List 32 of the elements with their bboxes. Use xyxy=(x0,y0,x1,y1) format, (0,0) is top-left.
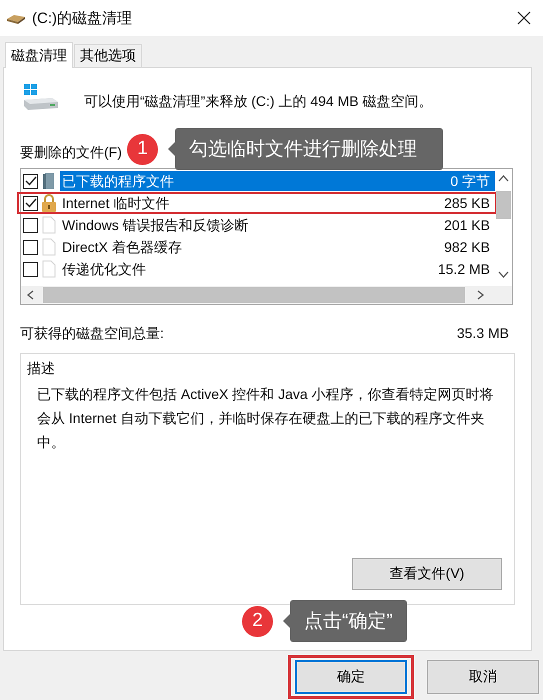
document-icon xyxy=(41,216,57,234)
list-item[interactable]: 已下载的程序文件 0 字节 xyxy=(60,171,495,191)
callout: 勾选临时文件进行删除处理 xyxy=(168,128,443,170)
checkbox[interactable] xyxy=(23,196,38,210)
total-value: 35.3 MB xyxy=(456,325,509,343)
description-text: 已下载的程序文件包括 ActiveX 控件和 Java 小程序，你查看特定网页时将会从 Internet 自动下载它们，并临时保存在硬盘上的已下载的程序文件夹中。 xyxy=(36,385,495,452)
callout: 点击“确定” xyxy=(283,600,407,642)
checkbox[interactable] xyxy=(23,240,38,254)
drive-icon xyxy=(22,84,60,112)
close-icon[interactable] xyxy=(517,11,531,25)
ok-button[interactable]: 确定 xyxy=(295,660,407,694)
document-icon xyxy=(41,260,57,278)
list-item[interactable]: Windows 错误报告和反馈诊断 201 KB xyxy=(60,215,495,235)
checkbox[interactable] xyxy=(23,174,38,188)
info-text: 可以使用“磁盘清理”来释放 (C:) 上的 494 MB 磁盘空间。 xyxy=(84,92,432,111)
checkbox[interactable] xyxy=(23,262,38,276)
list-item[interactable]: DirectX 着色器缓存 982 KB xyxy=(60,237,495,257)
window-title: (C:)的磁盘清理 xyxy=(32,8,132,28)
group-title: 描述 xyxy=(27,360,56,378)
list-item[interactable]: Internet 临时文件 285 KB xyxy=(60,193,495,213)
document-icon xyxy=(41,238,57,256)
checkbox[interactable] xyxy=(23,218,38,232)
tab[interactable]: 磁盘清理 xyxy=(5,42,73,68)
total-label: 可获得的磁盘空间总量: xyxy=(20,325,164,343)
lock-icon xyxy=(41,193,57,213)
cancel-button[interactable]: 取消 xyxy=(427,660,539,694)
book-icon xyxy=(41,172,57,190)
tab[interactable]: 其他选项 xyxy=(74,44,142,67)
view-files-button[interactable]: 查看文件(V) xyxy=(352,558,502,590)
horizontal-scrollbar[interactable] xyxy=(21,286,512,304)
list-item[interactable]: 传递优化文件 15.2 MB xyxy=(60,259,495,279)
list-label: 要删除的文件(F) xyxy=(20,144,122,162)
